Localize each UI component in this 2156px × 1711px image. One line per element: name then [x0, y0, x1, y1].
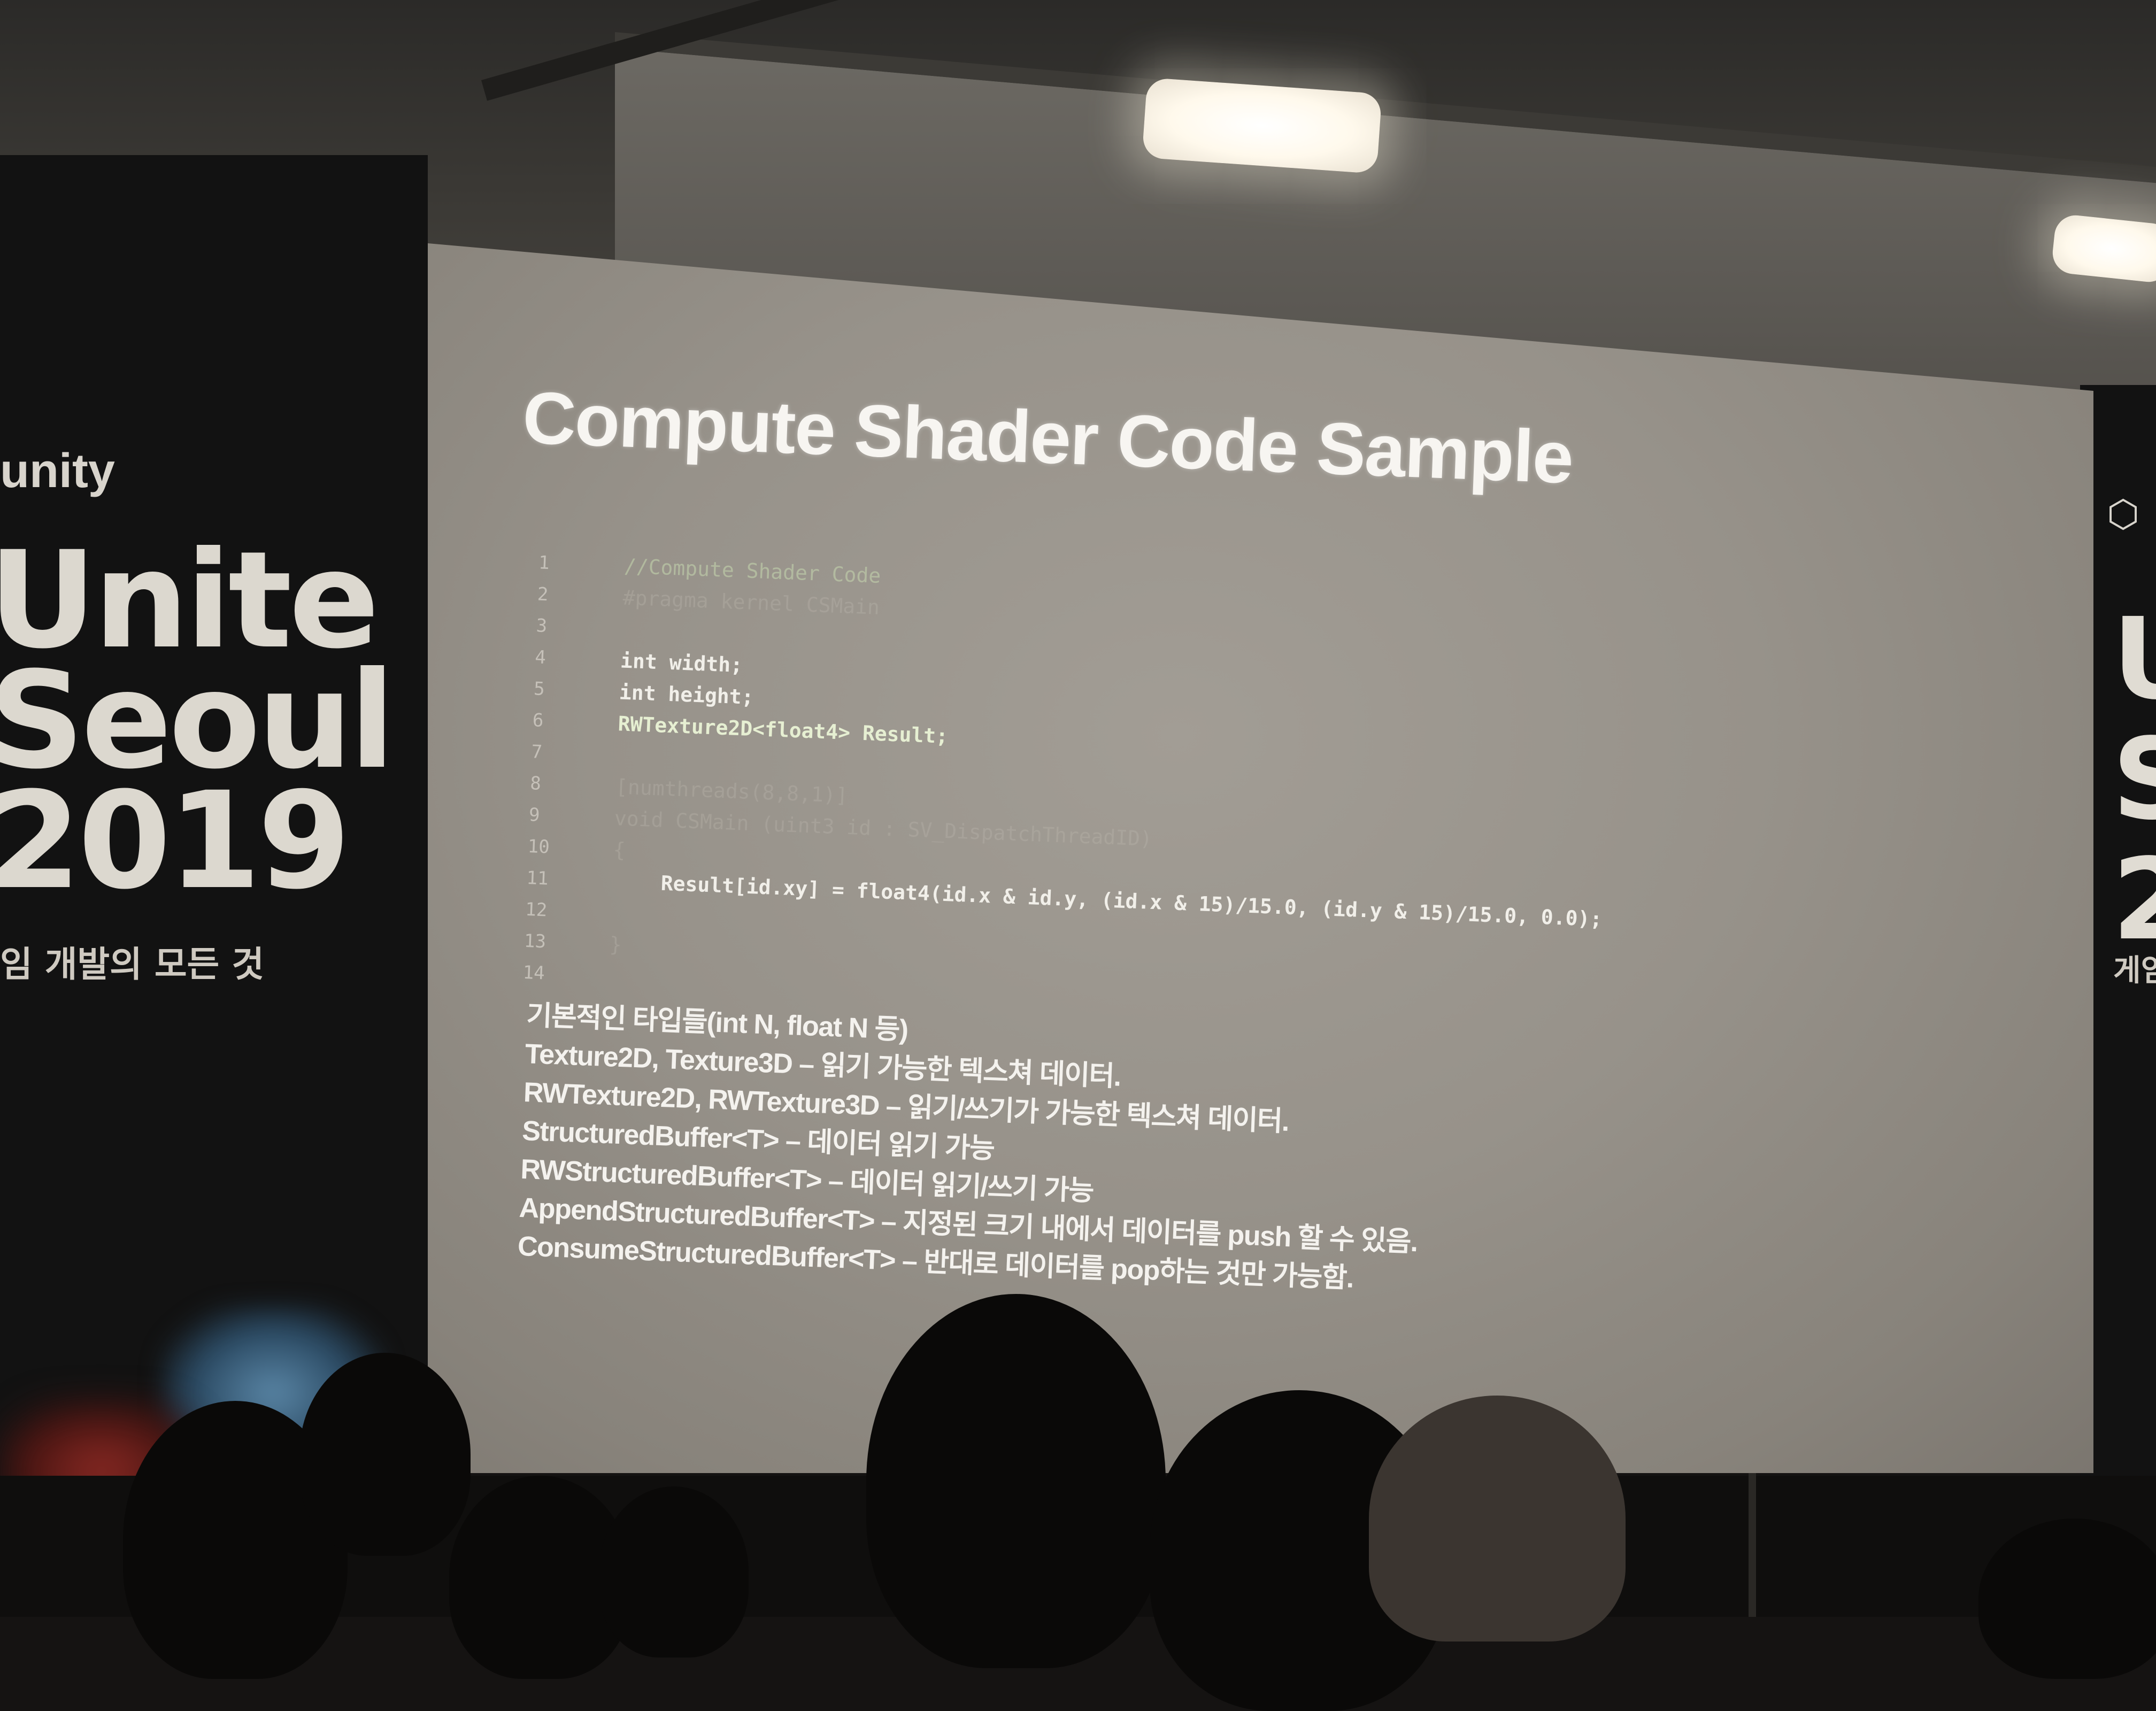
line-number: 9: [528, 804, 541, 826]
line-number: 14: [522, 961, 545, 984]
line-number: 3: [535, 615, 548, 637]
code-text: int width;: [620, 649, 743, 677]
banner-tagline: 임 개발의 모든 것: [0, 944, 264, 985]
line-number: 8: [529, 773, 542, 795]
screen-stand: [1749, 1473, 1756, 1617]
banner-tagline: 게임: [2113, 953, 2156, 988]
line-number: 6: [532, 710, 544, 731]
banner-title-line: U: [2112, 599, 2156, 719]
banner-title: U S 2: [2112, 599, 2156, 960]
bullet-list: 기본적인 타입들(int N, float N 등) Texture2D, Tex…: [517, 996, 1426, 1300]
line-number: 2: [537, 583, 549, 606]
banner-title-line: 2: [2112, 834, 2156, 965]
code-block: 1//Compute Shader Code 2 #pragma kernel CS…: [522, 547, 1822, 1038]
left-event-banner: unity Unite Seoul 2019 임 개발의 모든 것: [0, 155, 428, 1617]
line-number: 1: [538, 552, 550, 574]
unity-cube-icon: ⬡: [2107, 493, 2140, 535]
floor: [0, 1476, 2156, 1617]
projection-screen: Compute Shader Code Sample 1//Compute Sh…: [428, 243, 2093, 1473]
banner-title-line: S: [2112, 714, 2156, 845]
line-number: 4: [534, 646, 546, 669]
line-number: 10: [527, 836, 550, 858]
ceiling-light: [1142, 77, 1382, 174]
line-number: 5: [533, 678, 545, 700]
code-text: int height;: [619, 680, 754, 710]
code-text: }: [609, 932, 622, 957]
line-number: 7: [530, 741, 543, 763]
code-text: {: [612, 838, 626, 862]
banner-title: Unite Seoul 2019: [0, 534, 395, 919]
slide: Compute Shader Code Sample 1//Compute Sh…: [428, 243, 2092, 1473]
unity-logo: unity: [0, 444, 115, 498]
line-number: 13: [523, 930, 546, 953]
line-number: 11: [526, 867, 549, 890]
banner-title-line: 2019: [0, 763, 351, 919]
slide-title: Compute Shader Code Sample: [521, 376, 1574, 499]
line-number: 12: [525, 898, 548, 921]
